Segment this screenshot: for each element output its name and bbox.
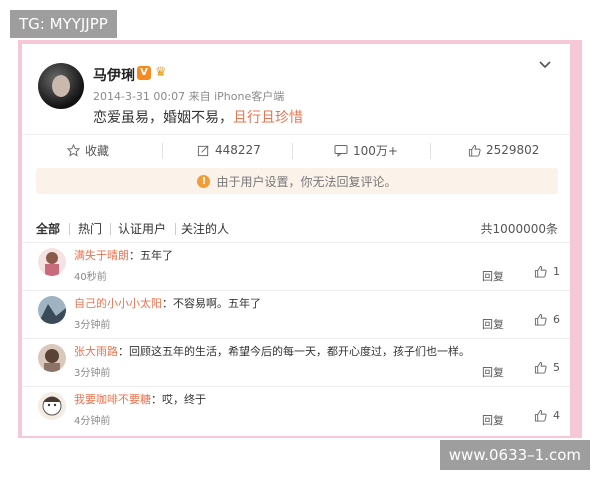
comment-tabs: 全部 热门 认证用户 关注的人 共1000000条 (36, 220, 558, 240)
thumbs-up-icon (534, 409, 547, 422)
comment-avatar[interactable] (38, 296, 66, 324)
comment-like-button[interactable]: 6 (534, 313, 560, 326)
comment-like-count: 4 (553, 409, 560, 422)
like-button[interactable]: 2529802 (468, 135, 539, 165)
comment-like-button[interactable]: 1 (534, 265, 560, 278)
tab-divider (69, 223, 70, 235)
tab-divider (175, 223, 176, 235)
favorite-label: 收藏 (85, 143, 110, 158)
tab-verified[interactable]: 认证用户 (118, 220, 166, 237)
thumbs-up-icon (534, 265, 547, 278)
comment-body: ：回顾这五年的生活，希望今后的每一天，都开心度过，孩子们也一样。 (118, 345, 470, 358)
comment-text-line: 自己的小小小太阳：不容易啊。五年了 (74, 295, 261, 311)
comment-avatar[interactable] (38, 344, 66, 372)
watermark: www.0633–1.com (439, 440, 590, 470)
notice-text: 由于用户设置，你无法回复评论。 (216, 174, 397, 189)
comment-time: 3分钟前 (74, 320, 111, 331)
post-content-text: 恋爱虽易，婚姻不易， (93, 110, 233, 126)
comment-avatar[interactable] (38, 392, 66, 420)
comment-like-count: 5 (553, 361, 560, 374)
post-avatar[interactable] (38, 63, 84, 109)
action-divider (430, 143, 431, 159)
comment-total: 共1000000条 (480, 222, 558, 236)
comment-body: ：不容易啊。五年了 (162, 297, 261, 310)
comment-restricted-notice: ! 由于用户设置，你无法回复评论。 (36, 168, 558, 194)
comment-like-button[interactable]: 5 (534, 361, 560, 374)
comment-item: 满失于晴朗：五年了 40秒前 回复 1 (22, 242, 570, 290)
comment-username[interactable]: 自己的小小小太阳 (74, 297, 162, 310)
comment-count: 100万+ (353, 143, 398, 158)
post-content-highlight[interactable]: 且行且珍惜 (233, 110, 303, 126)
comment-like-button[interactable]: 4 (534, 409, 560, 422)
warning-icon: ! (197, 174, 211, 188)
thumbs-up-icon (534, 361, 547, 374)
comment-username[interactable]: 张大雨路 (74, 345, 118, 358)
chevron-down-icon[interactable] (538, 58, 552, 72)
comment-body: ：哎，终于 (151, 393, 206, 406)
comment-body: ：五年了 (129, 249, 173, 262)
comment-text-line: 满失于晴朗：五年了 (74, 247, 173, 263)
weibo-screen: 马伊琍 V ♛ 2014-3-31 00:07 来自 iPhone客户端 恋爱虽… (22, 44, 570, 436)
reply-button[interactable]: 回复 (482, 316, 504, 332)
action-divider (162, 143, 163, 159)
comment-item: 我要咖啡不要糖：哎，终于 4分钟前 回复 4 (22, 386, 570, 434)
reply-button[interactable]: 回复 (482, 268, 504, 284)
post-username[interactable]: 马伊琍 (93, 65, 135, 85)
thumbs-up-icon (534, 313, 547, 326)
tab-following[interactable]: 关注的人 (181, 220, 229, 237)
repost-button[interactable]: 448227 (197, 135, 261, 165)
thumbs-up-icon (468, 144, 481, 157)
comment-item: 自己的小小小太阳：不容易啊。五年了 3分钟前 回复 6 (22, 290, 570, 338)
like-count: 2529802 (486, 143, 540, 157)
reply-button[interactable]: 回复 (482, 412, 504, 428)
comment-button[interactable]: 100万+ (334, 135, 398, 165)
crown-icon: ♛ (155, 65, 167, 80)
comment-username[interactable]: 我要咖啡不要糖 (74, 393, 151, 406)
action-divider (292, 143, 293, 159)
post-content: 恋爱虽易，婚姻不易，且行且珍惜 (93, 107, 303, 127)
comment-like-count: 1 (553, 265, 560, 278)
comment-like-count: 6 (553, 313, 560, 326)
overlay-tag: TG: MYYJJPP (10, 10, 117, 38)
tab-divider (110, 223, 111, 235)
star-icon (67, 143, 80, 157)
post-card: 马伊琍 V ♛ 2014-3-31 00:07 来自 iPhone客户端 恋爱虽… (22, 44, 570, 134)
repost-count: 448227 (215, 143, 261, 157)
tab-hot[interactable]: 热门 (78, 220, 102, 237)
comment-time: 3分钟前 (74, 368, 111, 379)
post-action-bar: 收藏 448227 100万+ 2529802 (22, 134, 570, 164)
repost-icon (197, 145, 209, 156)
tab-all[interactable]: 全部 (36, 220, 60, 237)
reply-button[interactable]: 回复 (482, 364, 504, 380)
comment-icon (334, 144, 348, 157)
comment-time: 4分钟前 (74, 416, 111, 427)
comment-item: 张大雨路：回顾这五年的生活，希望今后的每一天，都开心度过，孩子们也一样。 3分钟… (22, 338, 570, 386)
page: 马伊琍 V ♛ 2014-3-31 00:07 来自 iPhone客户端 恋爱虽… (0, 0, 600, 480)
verified-badge-icon: V (137, 66, 151, 80)
favorite-button[interactable]: 收藏 (67, 135, 109, 165)
comment-text-line: 我要咖啡不要糖：哎，终于 (74, 391, 206, 407)
comment-username[interactable]: 满失于晴朗 (74, 249, 129, 262)
comment-avatar[interactable] (38, 248, 66, 276)
post-meta: 2014-3-31 00:07 来自 iPhone客户端 (93, 90, 285, 103)
comment-time: 40秒前 (74, 272, 107, 283)
comment-text-line: 张大雨路：回顾这五年的生活，希望今后的每一天，都开心度过，孩子们也一样。 (74, 343, 470, 359)
